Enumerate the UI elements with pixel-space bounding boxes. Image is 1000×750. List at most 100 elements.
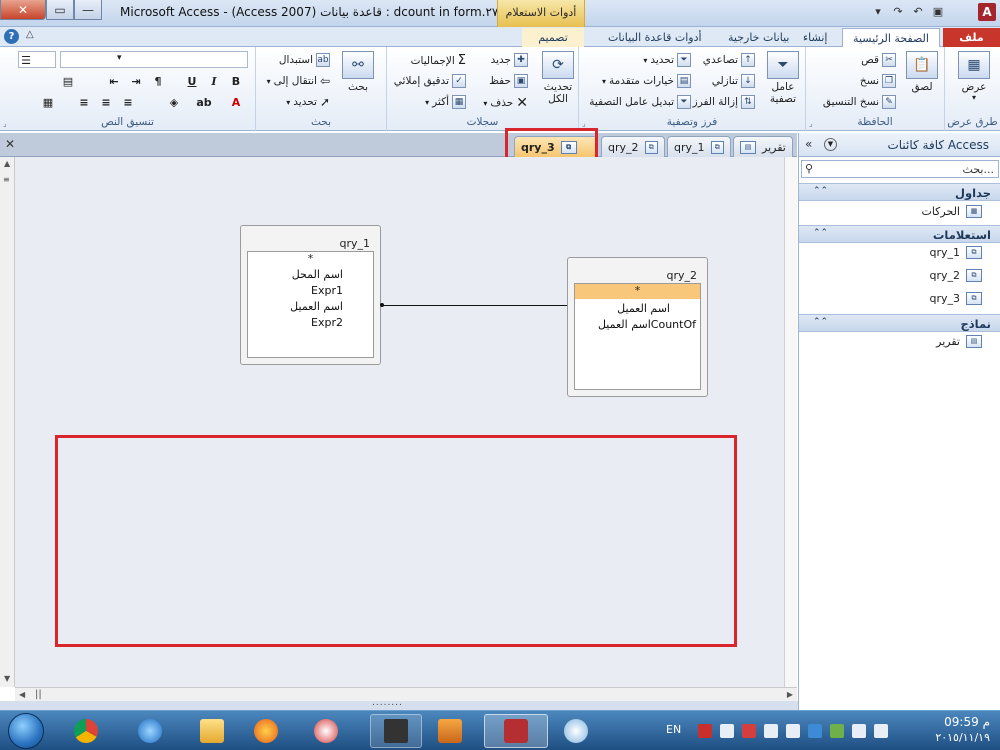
filter-button[interactable]: ⏷ عامل تصفية bbox=[763, 51, 803, 105]
delete-record-button[interactable]: ✕ حذف ▾ bbox=[483, 95, 528, 111]
tools-tray-icon[interactable] bbox=[786, 724, 800, 738]
spelling-button[interactable]: ✓ تدقيق إملائي bbox=[394, 74, 466, 88]
shield-tray-icon[interactable] bbox=[764, 724, 778, 738]
scroll-thumb-icon[interactable]: || bbox=[35, 689, 42, 700]
replace-button[interactable]: ab استبدال bbox=[279, 53, 330, 67]
refresh-all-button[interactable]: ⟳ تحديث الكل bbox=[539, 51, 577, 105]
nav-item-form[interactable]: ▤ تقرير bbox=[936, 335, 982, 348]
scroll-up-icon[interactable]: ▲ bbox=[4, 159, 10, 168]
align-left-icon[interactable]: ≡ bbox=[76, 95, 92, 111]
field-list[interactable]: * اسم العميل CountOfاسم العميل bbox=[574, 283, 701, 390]
table-box-qry-1[interactable]: qry_1 * اسم المحل Expr1 اسم العميل Expr2 bbox=[240, 225, 381, 365]
new-record-button[interactable]: ✚ جديد bbox=[491, 53, 528, 67]
bold-button[interactable]: B bbox=[228, 74, 244, 90]
section-collapse-icon[interactable]: ⌃⌃ bbox=[813, 317, 828, 327]
nav-search-input[interactable]: بحث... bbox=[963, 163, 994, 176]
taskbar-video-button[interactable] bbox=[424, 714, 476, 748]
copy-button[interactable]: ❐ نسخ bbox=[860, 74, 896, 88]
highlight-color-icon[interactable]: ab bbox=[196, 95, 212, 111]
nav-item-table[interactable]: ▦ الحركات bbox=[921, 205, 982, 218]
doc-tab-qry-2[interactable]: qry_2 ⧉ bbox=[601, 136, 665, 157]
decrease-indent-icon[interactable]: ⇤ bbox=[106, 74, 122, 90]
tab-home[interactable]: الصفحة الرئيسية bbox=[842, 28, 940, 47]
collapse-nav-icon[interactable]: « bbox=[805, 137, 812, 151]
vertical-scrollbar[interactable]: ▲ ≡ ▼ bbox=[0, 157, 15, 687]
clock-date[interactable]: ٢٠١٥/١١/١٩ bbox=[935, 731, 990, 744]
cut-button[interactable]: ✂ قص bbox=[861, 53, 896, 67]
field-list[interactable]: * اسم المحل Expr1 اسم العميل Expr2 bbox=[247, 251, 374, 358]
scroll-thumb-icon[interactable]: ≡ bbox=[3, 175, 10, 184]
action-center-icon[interactable] bbox=[874, 724, 888, 738]
remove-sort-button[interactable]: ⇅ إزالة الفرز bbox=[693, 95, 755, 109]
sort-descending-button[interactable]: ↓ تنازلي bbox=[712, 74, 755, 88]
minimize-window-button[interactable]: — bbox=[74, 0, 102, 20]
clock-time[interactable]: 09:59 م bbox=[944, 715, 990, 729]
minimize-ribbon-icon[interactable]: △ bbox=[26, 29, 34, 40]
join-line[interactable] bbox=[381, 305, 575, 306]
tab-database-tools[interactable]: أدوات قاعدة البيانات bbox=[600, 28, 710, 47]
volume-icon[interactable] bbox=[852, 724, 866, 738]
select-button[interactable]: ➚ تحديد ▾ bbox=[286, 95, 330, 109]
sort-ascending-button[interactable]: ↑ تصاعدي bbox=[703, 53, 755, 67]
taskbar-access-button[interactable] bbox=[484, 714, 548, 748]
font-name-dropdown[interactable]: ▾ bbox=[60, 51, 248, 68]
taskbar-explorer-button[interactable] bbox=[186, 714, 238, 748]
nav-section-tables[interactable]: ⌃⌃ جداول bbox=[799, 183, 1000, 201]
section-collapse-icon[interactable]: ⌃⌃ bbox=[813, 228, 828, 238]
all-fields-star[interactable]: * bbox=[575, 284, 700, 299]
tray-app-icon[interactable] bbox=[720, 724, 734, 738]
all-fields-star[interactable]: * bbox=[248, 252, 373, 265]
field-item[interactable]: اسم العميل bbox=[617, 302, 670, 315]
nav-menu-chevron-icon[interactable]: ▼ bbox=[824, 138, 837, 151]
save-icon[interactable]: ▣ bbox=[930, 3, 946, 19]
nav-search-box[interactable]: ⚲ بحث... bbox=[801, 160, 999, 178]
customize-qat-icon[interactable]: ▾ bbox=[870, 3, 886, 19]
nav-pane-header[interactable]: « ▼ كافة كائنات Access bbox=[799, 133, 1000, 157]
underline-button[interactable]: U bbox=[184, 74, 200, 90]
text-format-launcher-icon[interactable]: ⌟ bbox=[3, 119, 7, 128]
find-button[interactable]: ⚯ بحث bbox=[338, 51, 378, 93]
scroll-down-icon[interactable]: ▼ bbox=[4, 674, 10, 683]
tab-design[interactable]: تصميم bbox=[522, 28, 584, 47]
nav-section-queries[interactable]: ⌃⌃ استعلامات bbox=[799, 225, 1000, 243]
language-indicator[interactable]: EN bbox=[666, 723, 681, 736]
advanced-filter-button[interactable]: ▤ خيارات متقدمة ▾ bbox=[602, 74, 691, 88]
totals-button[interactable]: Σ الإجماليات bbox=[411, 53, 466, 68]
power-tray-icon[interactable] bbox=[830, 724, 844, 738]
horizontal-scrollbar[interactable]: ◀ || ▶ bbox=[15, 687, 797, 701]
rtl-icon[interactable]: ¶ bbox=[150, 74, 166, 90]
doc-tab-qry-1[interactable]: qry_1 ⧉ bbox=[667, 136, 731, 157]
help-icon[interactable]: ? bbox=[4, 29, 19, 44]
taskbar-ie-button[interactable] bbox=[124, 714, 176, 748]
tab-create[interactable]: إنشاء bbox=[795, 28, 835, 47]
field-item[interactable]: اسم العميل bbox=[290, 300, 343, 313]
search-icon[interactable]: ⚲ bbox=[805, 162, 813, 175]
network-tray-icon[interactable] bbox=[808, 724, 822, 738]
undo-icon[interactable]: ↶ bbox=[910, 3, 926, 19]
sort-filter-launcher-icon[interactable]: ⌟ bbox=[582, 119, 586, 128]
scroll-right-icon[interactable]: ▶ bbox=[787, 690, 793, 699]
close-window-button[interactable]: ✕ bbox=[0, 0, 46, 20]
font-color-button[interactable]: A bbox=[228, 95, 244, 111]
taskbar-browser-button[interactable] bbox=[300, 714, 352, 748]
nav-item-qry-1[interactable]: ⧉ qry_1 bbox=[929, 246, 982, 259]
increase-indent-icon[interactable]: ⇥ bbox=[128, 74, 144, 90]
scroll-left-icon[interactable]: ◀ bbox=[19, 690, 25, 699]
taskbar-media-button[interactable] bbox=[370, 714, 422, 748]
more-button[interactable]: ▦ أكثر ▾ bbox=[425, 95, 466, 109]
selection-button[interactable]: ⏷ تحديد ▾ bbox=[643, 53, 691, 67]
toggle-filter-button[interactable]: ⏷ تبديل عامل التصفية bbox=[589, 95, 691, 109]
field-item[interactable]: CountOfاسم العميل bbox=[598, 318, 696, 331]
nav-item-qry-3[interactable]: ⧉ qry_3 bbox=[929, 292, 982, 305]
grid-format-icon[interactable]: ▦ bbox=[40, 95, 56, 111]
field-item[interactable]: اسم المحل bbox=[292, 268, 343, 281]
redo-icon[interactable]: ↷ bbox=[890, 3, 906, 19]
align-center-icon[interactable]: ≡ bbox=[98, 95, 114, 111]
field-item[interactable]: Expr2 bbox=[311, 316, 343, 329]
antivirus-tray-icon[interactable] bbox=[742, 724, 756, 738]
taskbar-chrome-button[interactable] bbox=[60, 714, 112, 748]
goto-button[interactable]: ⇦ انتقال إلى ▾ bbox=[267, 74, 330, 88]
taskbar-paint-button[interactable] bbox=[550, 714, 602, 748]
pdf-tray-icon[interactable] bbox=[698, 724, 712, 738]
nav-section-forms[interactable]: ⌃⌃ نماذج bbox=[799, 314, 1000, 332]
